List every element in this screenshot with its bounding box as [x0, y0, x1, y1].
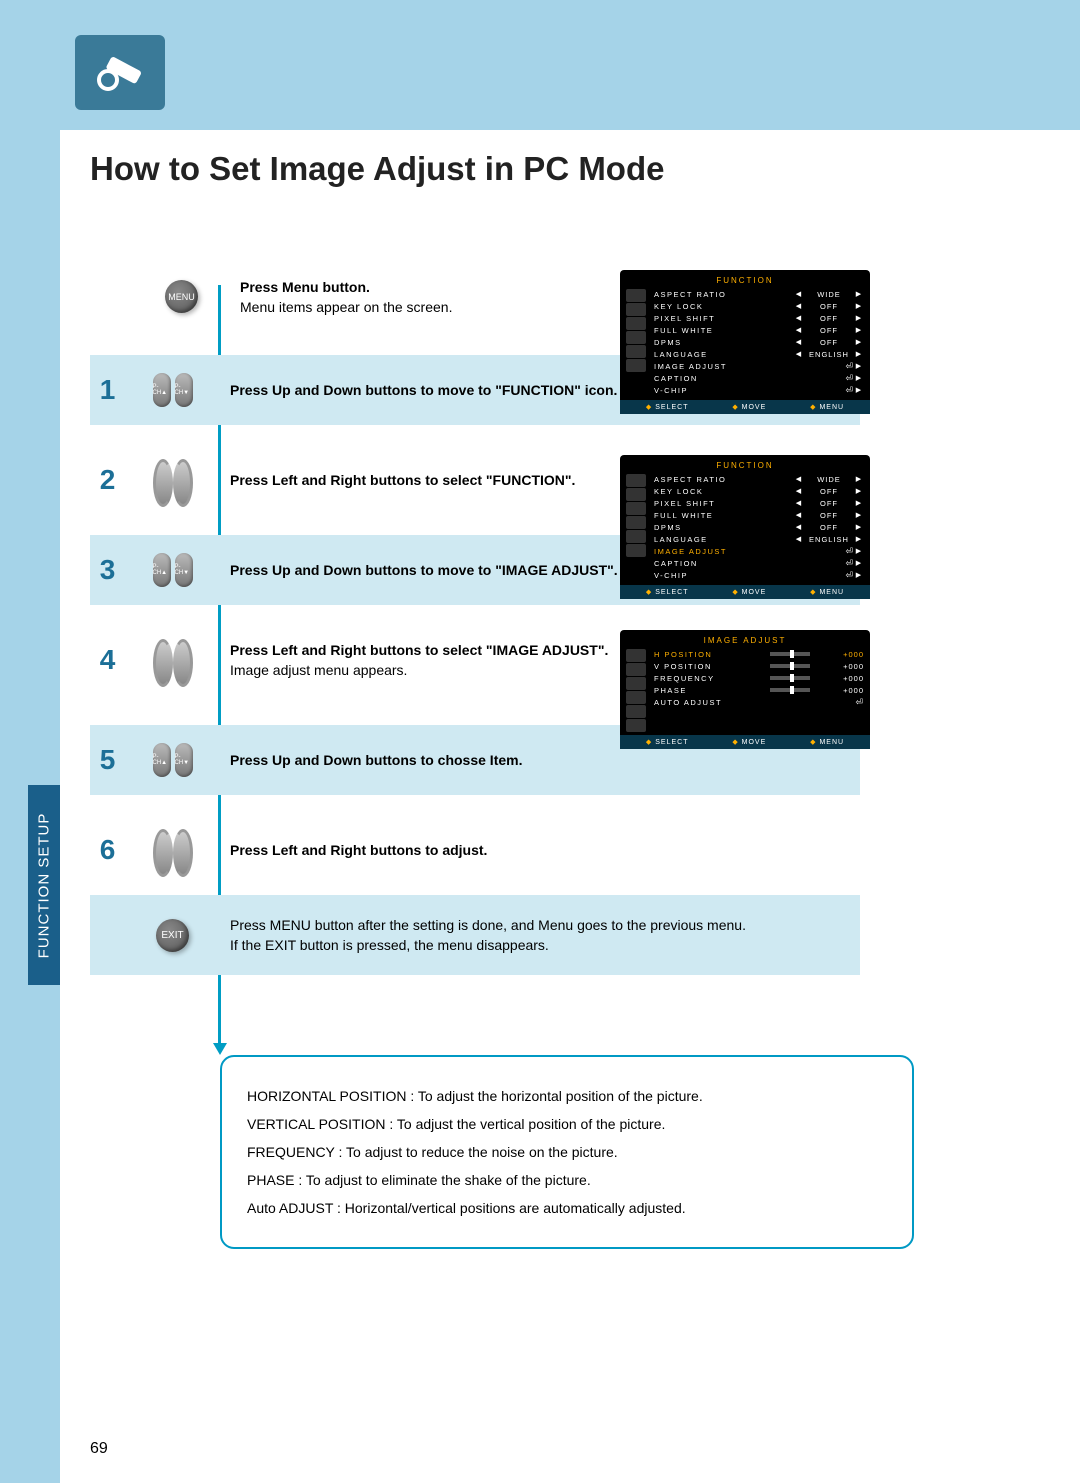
- updown-buttons-icon: P-CH▲ P-CH▼: [125, 743, 220, 777]
- osd-function-1: FUNCTION ASPECT RATIO◀WIDE▶KEY LOCK◀OFF▶…: [620, 270, 870, 414]
- updown-buttons-icon: P-CH▲ P-CH▼: [125, 553, 220, 587]
- left-band: [0, 0, 60, 1483]
- page-number: 69: [90, 1440, 108, 1458]
- note-line: FREQUENCY : To adjust to reduce the nois…: [247, 1138, 887, 1166]
- exit-row: . EXIT Press MENU button after the setti…: [90, 895, 860, 975]
- step0-bold: Press Menu button.: [240, 279, 370, 295]
- step-num: 2: [90, 464, 125, 496]
- note-line: HORIZONTAL POSITION : To adjust the hori…: [247, 1082, 887, 1110]
- menu-button-icon: MENU: [165, 280, 198, 313]
- pch-dn-icon: P-CH▼: [175, 373, 193, 407]
- step0-text: Press Menu button. Menu items appear on …: [240, 277, 452, 318]
- leftright-buttons-icon: [125, 459, 220, 501]
- pch-up-icon: P-CH▲: [153, 553, 171, 587]
- step-num: 4: [90, 644, 125, 676]
- leftright-buttons-icon: [125, 639, 220, 681]
- step-num: 5: [90, 744, 125, 776]
- note-line: Auto ADJUST : Horizontal/vertical positi…: [247, 1194, 887, 1222]
- updown-buttons-icon: P-CH▲ P-CH▼: [125, 373, 220, 407]
- pch-dn-icon: P-CH▼: [175, 743, 193, 777]
- step-num: 1: [90, 374, 125, 406]
- pch-up-icon: P-CH▲: [153, 373, 171, 407]
- osd-rows-1: ASPECT RATIO◀WIDE▶KEY LOCK◀OFF▶PIXEL SHI…: [652, 287, 870, 400]
- step-num: 6: [90, 834, 125, 866]
- note-line: VERTICAL POSITION : To adjust the vertic…: [247, 1110, 887, 1138]
- osd-header: IMAGE ADJUST: [620, 634, 870, 647]
- side-tab: FUNCTION SETUP: [28, 785, 60, 985]
- osd-image-adjust: IMAGE ADJUST H POSITION+000V POSITION+00…: [620, 630, 870, 749]
- pch-dn-icon: P-CH▼: [175, 553, 193, 587]
- osd-rows-3: H POSITION+000V POSITION+000FREQUENCY+00…: [652, 647, 870, 735]
- page-title: How to Set Image Adjust in PC Mode: [90, 150, 664, 188]
- exit-text: Press MENU button after the setting is d…: [220, 915, 860, 956]
- pch-up-icon: P-CH▲: [153, 743, 171, 777]
- step-text: Press Up and Down buttons to chosse Item…: [220, 750, 860, 770]
- exit-button-icon: EXIT: [156, 919, 189, 952]
- step-num: 3: [90, 554, 125, 586]
- osd-rows-2: ASPECT RATIO◀WIDE▶KEY LOCK◀OFF▶PIXEL SHI…: [652, 472, 870, 585]
- osd-header: FUNCTION: [620, 459, 870, 472]
- step0-plain: Menu items appear on the screen.: [240, 299, 452, 315]
- side-tab-label: FUNCTION SETUP: [36, 812, 53, 958]
- note-line: PHASE : To adjust to eliminate the shake…: [247, 1166, 887, 1194]
- osd-function-2: FUNCTION ASPECT RATIO◀WIDE▶KEY LOCK◀OFF▶…: [620, 455, 870, 599]
- section-icon: [75, 35, 165, 110]
- step-text: Press Left and Right buttons to adjust.: [220, 840, 860, 860]
- osd-header: FUNCTION: [620, 274, 870, 287]
- leftright-buttons-icon: [125, 829, 220, 871]
- step-row-6: 6 Press Left and Right buttons to adjust…: [90, 815, 860, 885]
- notes-box: HORIZONTAL POSITION : To adjust the hori…: [220, 1055, 914, 1249]
